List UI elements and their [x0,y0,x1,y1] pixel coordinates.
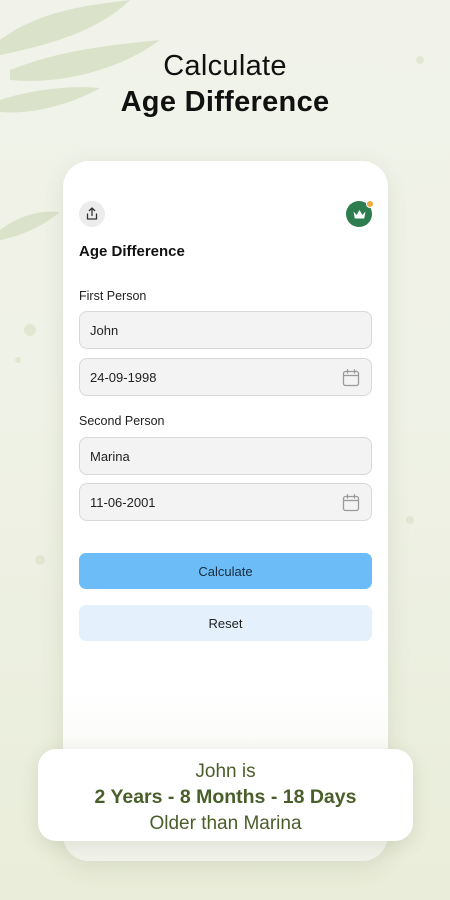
reset-button[interactable]: Reset [79,605,372,641]
first-person-label: First Person [79,289,147,303]
second-person-name-field[interactable]: Marina [79,437,372,475]
notification-dot [366,200,374,208]
share-icon [86,207,98,220]
second-person-name-value: Marina [90,448,130,464]
headline-line-2: Age Difference [120,86,330,118]
first-person-name-field[interactable]: John [79,311,372,349]
first-person-date-field[interactable]: 24-09-1998 [79,358,372,396]
result-comparison: Older than Marina [149,813,302,834]
headline-line-1: Calculate [163,50,287,82]
second-person-label: Second Person [79,414,165,428]
calendar-icon[interactable] [341,493,361,513]
first-person-name-value: John [90,322,119,338]
crown-icon [353,209,365,218]
promo-headline: Calculate Age Difference [0,48,450,120]
result-card: John is 2 Years - 8 Months - 18 Days Old… [38,749,413,841]
share-button[interactable] [79,201,105,227]
screen-title: Age Difference [79,243,185,260]
second-person-date-field[interactable]: 11-06-2001 [79,483,372,521]
first-person-date-value: 24-09-1998 [90,369,157,385]
second-person-date-value: 11-06-2001 [90,494,156,510]
result-subject: John is [195,761,256,782]
calculate-button[interactable]: Calculate [79,553,372,589]
calendar-icon[interactable] [341,368,361,388]
result-difference: 2 Years - 8 Months - 18 Days [94,786,357,808]
premium-button[interactable] [346,200,374,227]
